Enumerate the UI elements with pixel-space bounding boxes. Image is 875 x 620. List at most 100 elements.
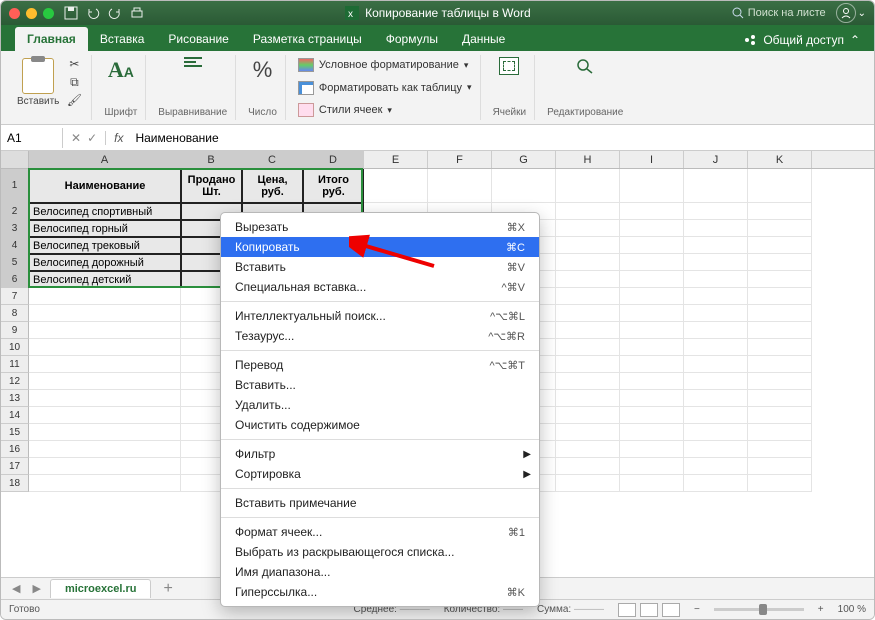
menu-item[interactable]: Копировать⌘C	[221, 237, 539, 257]
formula-input[interactable]: Наименование	[131, 131, 218, 145]
cell[interactable]	[748, 407, 812, 424]
cell[interactable]	[492, 169, 556, 203]
cell[interactable]	[684, 407, 748, 424]
cell[interactable]	[556, 220, 620, 237]
cell[interactable]	[556, 356, 620, 373]
cell[interactable]: Велосипед трековый	[29, 237, 181, 254]
cell[interactable]	[556, 407, 620, 424]
share-button[interactable]: Общий доступ	[763, 33, 844, 47]
cell[interactable]	[748, 288, 812, 305]
collapse-ribbon-icon[interactable]: ⌃	[850, 33, 860, 47]
cell[interactable]	[29, 441, 181, 458]
tab-home[interactable]: Главная	[15, 27, 88, 51]
row-header[interactable]: 17	[1, 458, 29, 475]
copy-icon[interactable]: ⧉	[65, 75, 83, 89]
row-header[interactable]: 5	[1, 254, 29, 271]
cell[interactable]	[29, 373, 181, 390]
cell[interactable]	[748, 169, 812, 203]
tab-insert[interactable]: Вставка	[88, 27, 157, 51]
menu-item[interactable]: Интеллектуальный поиск...^⌥⌘L	[221, 306, 539, 326]
save-icon[interactable]	[64, 6, 78, 20]
row-header[interactable]: 9	[1, 322, 29, 339]
cell[interactable]	[29, 305, 181, 322]
column-header[interactable]: I	[620, 151, 684, 168]
row-header[interactable]: 8	[1, 305, 29, 322]
cell[interactable]	[684, 254, 748, 271]
cell[interactable]: Цена,руб.	[242, 169, 303, 203]
row-header[interactable]: 15	[1, 424, 29, 441]
cell[interactable]	[620, 407, 684, 424]
cell[interactable]	[748, 475, 812, 492]
cell[interactable]	[620, 169, 684, 203]
cell-styles-button[interactable]: Стили ячеек▾	[298, 102, 392, 118]
cell[interactable]	[684, 220, 748, 237]
add-sheet-icon[interactable]: +	[157, 580, 178, 598]
search-box[interactable]: Поиск на листе	[732, 7, 826, 19]
column-header[interactable]: K	[748, 151, 812, 168]
cell[interactable]	[748, 373, 812, 390]
row-header[interactable]: 2	[1, 203, 29, 220]
cell[interactable]	[556, 475, 620, 492]
row-header[interactable]: 11	[1, 356, 29, 373]
cell[interactable]	[556, 390, 620, 407]
cell[interactable]	[29, 339, 181, 356]
cell[interactable]	[29, 390, 181, 407]
menu-item[interactable]: Гиперссылка...⌘K	[221, 582, 539, 602]
menu-item[interactable]: Вставить примечание	[221, 493, 539, 513]
cell[interactable]	[748, 356, 812, 373]
zoom-slider[interactable]	[714, 608, 804, 611]
enter-icon[interactable]: ✓	[87, 131, 97, 145]
cell[interactable]	[29, 424, 181, 441]
row-header[interactable]: 18	[1, 475, 29, 492]
cell[interactable]	[620, 390, 684, 407]
format-as-table-button[interactable]: Форматировать как таблицу▾	[298, 80, 472, 96]
cell[interactable]	[29, 475, 181, 492]
cell[interactable]	[684, 424, 748, 441]
cell[interactable]	[748, 305, 812, 322]
menu-item[interactable]: Фильтр▶	[221, 444, 539, 464]
cell[interactable]: Велосипед дорожный	[29, 254, 181, 271]
number-format-icon[interactable]: %	[253, 57, 273, 83]
menu-item[interactable]: Удалить...	[221, 395, 539, 415]
cell[interactable]	[620, 373, 684, 390]
menu-item[interactable]: Выбрать из раскрывающегося списка...	[221, 542, 539, 562]
tab-data[interactable]: Данные	[450, 27, 517, 51]
column-header[interactable]: G	[492, 151, 556, 168]
cell[interactable]: Итогоруб.	[303, 169, 364, 203]
undo-icon[interactable]	[86, 6, 100, 20]
cell[interactable]	[620, 339, 684, 356]
cell[interactable]	[620, 271, 684, 288]
cell[interactable]	[556, 373, 620, 390]
column-header[interactable]: J	[684, 151, 748, 168]
user-account-icon[interactable]	[836, 3, 856, 23]
column-header[interactable]: D	[303, 151, 364, 168]
column-header[interactable]: C	[242, 151, 303, 168]
cancel-icon[interactable]: ✕	[71, 131, 81, 145]
row-header[interactable]: 10	[1, 339, 29, 356]
cell[interactable]	[684, 305, 748, 322]
cell[interactable]	[620, 203, 684, 220]
paste-button[interactable]: Вставить	[17, 58, 59, 107]
cell[interactable]: Велосипед горный	[29, 220, 181, 237]
cell[interactable]	[364, 169, 428, 203]
cell[interactable]	[748, 203, 812, 220]
cell[interactable]	[556, 203, 620, 220]
menu-item[interactable]: Вставить...	[221, 375, 539, 395]
cell[interactable]	[684, 203, 748, 220]
fx-icon[interactable]: fx	[106, 131, 131, 145]
row-header[interactable]: 6	[1, 271, 29, 288]
cell[interactable]	[556, 169, 620, 203]
view-page-layout-icon[interactable]	[640, 603, 658, 617]
view-page-break-icon[interactable]	[662, 603, 680, 617]
row-header[interactable]: 14	[1, 407, 29, 424]
cell[interactable]	[748, 322, 812, 339]
cell[interactable]	[620, 237, 684, 254]
cell[interactable]	[620, 458, 684, 475]
cell[interactable]	[748, 424, 812, 441]
cell[interactable]	[684, 475, 748, 492]
row-header[interactable]: 3	[1, 220, 29, 237]
cell[interactable]	[620, 356, 684, 373]
cell[interactable]	[620, 220, 684, 237]
cell[interactable]	[556, 288, 620, 305]
format-painter-icon[interactable]: 🖌	[65, 93, 83, 107]
